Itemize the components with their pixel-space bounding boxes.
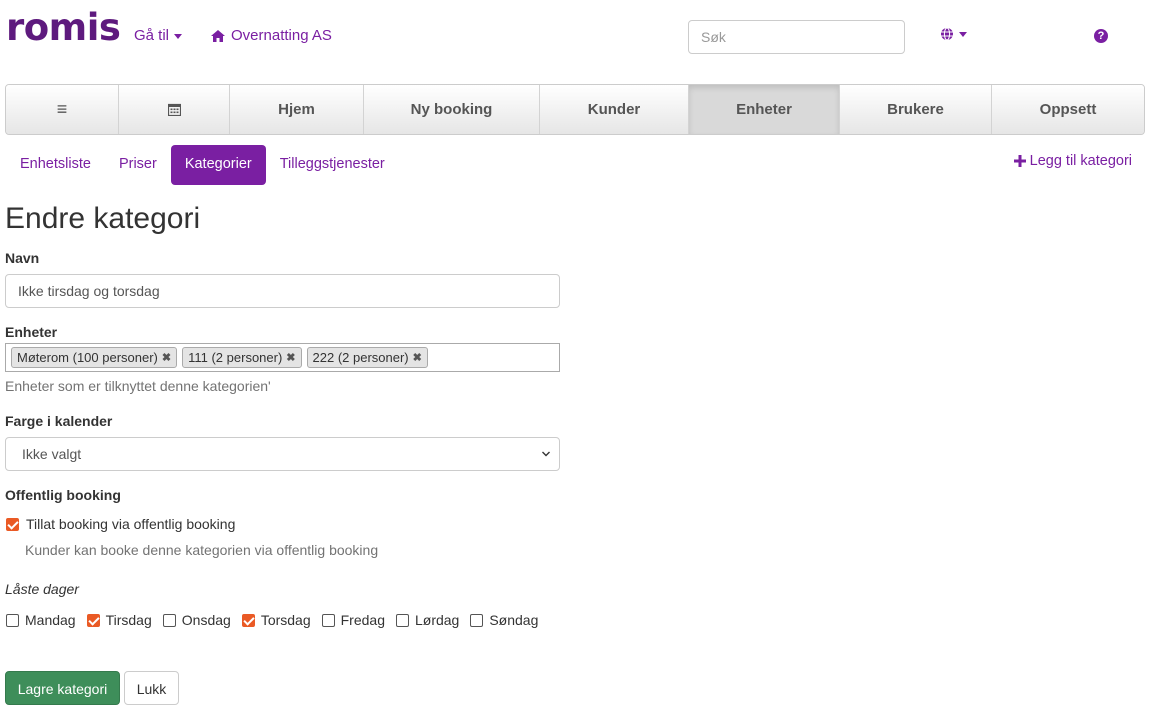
remove-icon[interactable]: ✖ [286,351,295,364]
nav-home[interactable]: Hjem [230,85,364,134]
unit-tag-label: Møterom (100 personer) [17,350,158,365]
day-checkbox[interactable] [241,613,255,627]
main-navigation: ≡ Hjem Ny booking Kunder Enheter Brukere… [5,84,1145,135]
locked-days: Mandag Tirsdag Onsdag Torsdag Fredag Lør… [6,612,549,628]
unit-tag: Møterom (100 personer) ✖ [11,347,178,368]
help-icon[interactable]: ? [1094,29,1108,43]
unit-tag: 111 (2 personer) ✖ [182,347,302,368]
company-link[interactable]: Overnatting AS [210,27,332,44]
unit-tag-label: 222 (2 personer) [312,350,409,365]
plus-icon [1013,155,1026,167]
goto-label: Gå til [134,27,170,44]
tab-unit-list[interactable]: Enhetsliste [6,145,105,185]
day-monday[interactable]: Mandag [6,612,76,628]
home-icon [211,29,225,42]
day-label: Onsdag [181,612,231,628]
remove-icon[interactable]: ✖ [162,351,171,364]
day-checkbox[interactable] [395,613,409,627]
tab-prices[interactable]: Priser [105,145,171,185]
day-checkbox[interactable] [470,613,484,627]
day-label: Fredag [340,612,385,628]
public-booking-option[interactable]: Tillat booking via offentlig booking [6,516,235,532]
public-booking-label: Offentlig booking [5,487,121,503]
page-title: Endre kategori [5,202,201,235]
sub-navigation: Enhetsliste Priser Kategorier Tilleggstj… [6,145,399,185]
caret-down-icon [174,33,183,39]
day-checkbox[interactable] [162,613,176,627]
day-checkbox[interactable] [6,613,19,627]
public-booking-help-text: Kunder kan booke denne kategorien via of… [25,542,379,558]
unit-tag-label: 111 (2 personer) [188,350,283,365]
tab-extra-services[interactable]: Tilleggstjenester [266,145,399,185]
units-help-text: Enheter som er tilknyttet denne kategori… [5,378,271,394]
tab-categories[interactable]: Kategorier [170,145,266,185]
add-category-link[interactable]: Legg til kategori [1013,153,1132,169]
name-label: Navn [5,250,40,266]
goto-menu[interactable]: Gå til [134,27,183,44]
units-label: Enheter [5,324,58,340]
save-category-button[interactable]: Lagre kategori [5,671,120,705]
day-thursday[interactable]: Torsdag [241,612,311,628]
nav-customers[interactable]: Kunder [540,85,689,134]
calendar-icon [167,103,181,116]
color-select[interactable]: Ikke valgt [5,437,560,471]
day-friday[interactable]: Fredag [321,612,385,628]
day-saturday[interactable]: Lørdag [395,612,460,628]
day-checkbox[interactable] [321,613,335,627]
language-menu[interactable] [940,27,967,41]
nav-calendar-button[interactable] [119,85,230,134]
add-category-label: Legg til kategori [1029,153,1132,169]
globe-icon [941,27,953,41]
day-sunday[interactable]: Søndag [470,612,538,628]
day-label: Tirsdag [105,612,152,628]
day-wednesday[interactable]: Onsdag [162,612,231,628]
menu-icon: ≡ [56,99,68,119]
color-label: Farge i kalender [5,413,113,429]
nav-setup[interactable]: Oppsett [992,85,1144,134]
name-input[interactable]: Ikke tirsdag og torsdag [5,274,560,308]
company-name: Overnatting AS [231,27,332,44]
romis-logo[interactable]: romis [6,6,121,49]
units-multiselect[interactable]: Møterom (100 personer) ✖ 111 (2 personer)… [5,343,560,372]
day-label: Søndag [489,612,539,628]
locked-days-label: Låste dager [5,581,79,597]
nav-new-booking[interactable]: Ny booking [364,85,540,134]
public-booking-checkbox-label: Tillat booking via offentlig booking [26,516,236,532]
public-booking-checkbox[interactable] [6,517,19,531]
chevron-down-icon [541,438,551,481]
unit-tag: 222 (2 personer) ✖ [306,347,428,368]
caret-down-icon [959,31,967,37]
remove-icon[interactable]: ✖ [413,351,422,364]
day-checkbox[interactable] [86,613,100,627]
nav-units[interactable]: Enheter [689,85,840,134]
color-select-value: Ikke valgt [22,446,82,462]
search-input[interactable] [688,20,905,54]
close-button[interactable]: Lukk [124,671,179,705]
day-label: Torsdag [260,612,311,628]
nav-users[interactable]: Brukere [840,85,992,134]
day-label: Mandag [25,612,76,628]
nav-menu-button[interactable]: ≡ [6,85,119,134]
day-label: Lørdag [414,612,460,628]
day-tuesday[interactable]: Tirsdag [86,612,152,628]
